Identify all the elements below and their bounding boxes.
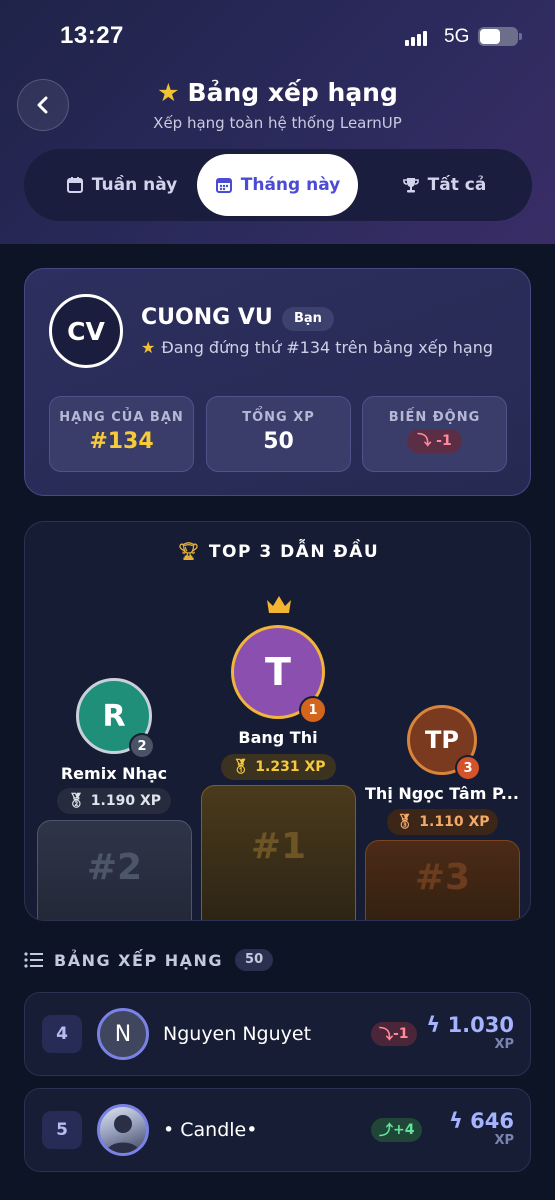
user-name: Nguyen Nguyet bbox=[163, 1023, 312, 1045]
trophy-icon: 🏆︎ bbox=[177, 542, 201, 562]
top2-xp: 1.190 XP bbox=[90, 793, 161, 809]
top1-name: Bang Thi bbox=[238, 728, 318, 747]
stat-value: #134 bbox=[89, 429, 154, 454]
tab-label: Tất cả bbox=[427, 175, 487, 195]
signal-icon bbox=[405, 30, 435, 46]
calendar-icon bbox=[215, 178, 232, 193]
period-tabs: Tuần này Tháng này Tất cả bbox=[24, 149, 532, 221]
xp-value: ϟ 646 XP bbox=[449, 1109, 514, 1148]
change-value: +4 bbox=[393, 1122, 415, 1138]
star-icon: ★ bbox=[157, 78, 180, 107]
podium-third: #3 bbox=[365, 840, 520, 920]
list-item[interactable]: 4 N Nguyen Nguyet ⤵ -1 ϟ 1.030 XP bbox=[24, 992, 531, 1076]
change-chip: ⤵ -1 bbox=[407, 429, 462, 453]
xp-number: 1.030 bbox=[447, 1013, 514, 1037]
bolt-icon: ϟ bbox=[426, 1013, 448, 1037]
avatar: N bbox=[97, 1008, 149, 1060]
you-badge: Bạn bbox=[282, 307, 334, 331]
bolt-icon: ϟ bbox=[448, 1109, 471, 1133]
leaderboard-count: 50 bbox=[235, 949, 274, 971]
top3-card: 🏆︎ TOP 3 DẪN ĐẦU T 1 Bang Thi 🥇︎ 1.231 XP … bbox=[24, 521, 531, 921]
page-title: ★ Bảng xếp hạng bbox=[0, 78, 555, 107]
calendar-icon bbox=[66, 177, 83, 193]
top3-title-text: TOP 3 DẪN ĐẦU bbox=[208, 542, 380, 562]
list-icon bbox=[24, 952, 43, 968]
change-chip: ⤵ -1 bbox=[371, 1022, 417, 1046]
trend-up-icon: ⤴ bbox=[379, 1123, 393, 1139]
top1-xp-chip: 🥇︎ 1.231 XP bbox=[221, 754, 336, 780]
network-label: 5G bbox=[444, 26, 470, 47]
gold-medal-icon: 🥇︎ bbox=[231, 759, 250, 775]
rank-badge: 2 bbox=[129, 733, 155, 759]
trend-down-icon: ⤵ bbox=[417, 433, 437, 449]
avatar: CV bbox=[49, 294, 123, 368]
status-time: 13:27 bbox=[60, 22, 124, 49]
rank-description-text: Đang đứng thứ #134 trên bảng xếp hạng bbox=[161, 338, 493, 357]
tab-this-month[interactable]: Tháng này bbox=[197, 154, 358, 216]
change-value: -1 bbox=[436, 433, 452, 449]
leaderboard-title: BẢNG XẾP HẠNG bbox=[54, 950, 224, 970]
top1-xp: 1.231 XP bbox=[255, 759, 326, 775]
tab-label: Tháng này bbox=[240, 175, 341, 195]
trophy-icon bbox=[402, 178, 419, 193]
top2-name: Remix Nhạc bbox=[60, 764, 168, 783]
silver-medal-icon: 🥈︎ bbox=[67, 793, 85, 809]
top2-xp-chip: 🥈︎ 1.190 XP bbox=[57, 788, 171, 814]
rank-description: ★ Đang đứng thứ #134 trên bảng xếp hạng bbox=[141, 338, 493, 357]
stat-rank: HẠNG CỦA BẠN #134 bbox=[49, 396, 194, 472]
bronze-medal-icon: 🥉︎ bbox=[395, 814, 414, 830]
podium-second: #2 bbox=[37, 820, 192, 920]
my-rank-card: CV CUONG VU Bạn ★ Đang đứng thứ #134 trên… bbox=[24, 268, 531, 496]
user-name: CUONG VU bbox=[141, 305, 273, 330]
avatar-photo bbox=[97, 1104, 149, 1156]
user-name: • Candle• bbox=[163, 1119, 258, 1141]
top3-xp-chip: 🥉︎ 1.110 XP bbox=[387, 809, 498, 835]
tab-all-time[interactable]: Tất cả bbox=[364, 154, 524, 216]
rank-badge: 3 bbox=[455, 755, 481, 781]
rank-number: 4 bbox=[42, 1015, 82, 1053]
xp-unit: XP bbox=[494, 1133, 514, 1148]
stat-label: TỔNG XP bbox=[242, 410, 315, 425]
rank-number: 5 bbox=[42, 1111, 82, 1149]
rank-badge: 1 bbox=[299, 696, 327, 724]
list-item[interactable]: 5 • Candle• ⤴ +4 ϟ 646 XP bbox=[24, 1088, 531, 1172]
leaderboard-header: BẢNG XẾP HẠNG 50 bbox=[24, 949, 274, 971]
stat-label: BIẾN ĐỘNG bbox=[388, 410, 481, 425]
top3-title: 🏆︎ TOP 3 DẪN ĐẦU bbox=[25, 542, 530, 562]
star-icon: ★ bbox=[141, 338, 156, 357]
top3-xp: 1.110 XP bbox=[419, 814, 490, 830]
stat-label: HẠNG CỦA BẠN bbox=[59, 410, 184, 425]
stat-total-xp: TỔNG XP 50 bbox=[206, 396, 351, 472]
trend-down-icon: ⤵ bbox=[379, 1027, 393, 1043]
status-bar: 13:27 5G bbox=[0, 0, 555, 74]
header: 13:27 5G ★ Bảng xếp hạng Xếp hạng toàn hệ… bbox=[0, 0, 555, 244]
change-value: -1 bbox=[393, 1026, 409, 1042]
crown-icon bbox=[267, 596, 291, 613]
battery-icon bbox=[478, 27, 522, 46]
page-title-text: Bảng xếp hạng bbox=[187, 78, 398, 107]
tab-label: Tuần này bbox=[91, 175, 178, 195]
top3-name: Thị Ngọc Tâm P... bbox=[365, 784, 519, 803]
xp-number: 646 bbox=[470, 1109, 514, 1133]
xp-value: ϟ 1.030 XP bbox=[426, 1013, 514, 1052]
xp-unit: XP bbox=[494, 1037, 514, 1052]
stat-change: BIẾN ĐỘNG ⤵ -1 bbox=[362, 396, 507, 472]
podium-first: #1 bbox=[201, 785, 356, 920]
page-subtitle: Xếp hạng toàn hệ thống LearnUP bbox=[153, 114, 402, 132]
stat-value: 50 bbox=[263, 429, 294, 454]
user-silhouette-icon bbox=[106, 1115, 140, 1153]
tab-this-week[interactable]: Tuần này bbox=[29, 154, 214, 216]
change-chip: ⤴ +4 bbox=[371, 1118, 423, 1142]
